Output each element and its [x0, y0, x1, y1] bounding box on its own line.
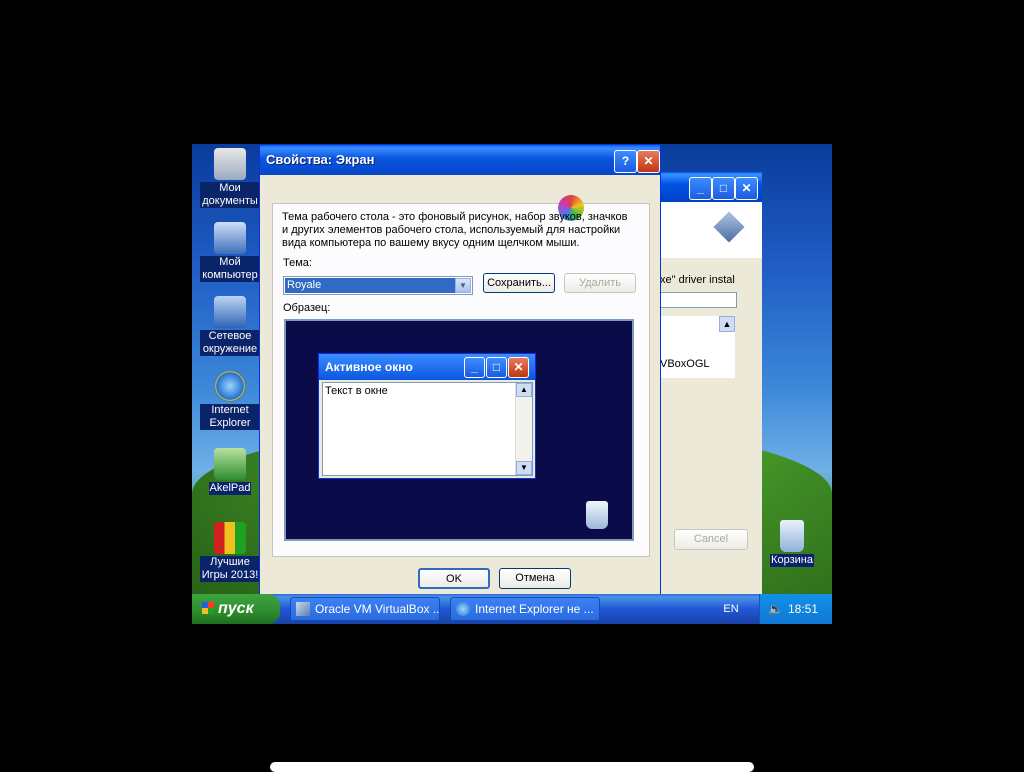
recycle-bin-icon: [780, 520, 804, 552]
taskbar-item-virtualbox[interactable]: Oracle VM VirtualBox ...: [290, 597, 440, 621]
taskbar-item-internet-explorer[interactable]: Internet Explorer не ...: [450, 597, 600, 621]
dialog-titlebar: Свойства: Экран ? ✕: [260, 145, 660, 175]
desktop-icon-recycle-bin[interactable]: Корзина: [762, 520, 822, 567]
desktop-icon-label: Сетевое окружение: [200, 330, 260, 356]
minimize-icon[interactable]: _: [689, 177, 712, 200]
virtualbox-icon: [296, 602, 310, 616]
bg-window-titlebar: _ □ ✕: [660, 172, 762, 202]
internet-explorer-icon: [456, 602, 470, 616]
bg-window-header: [660, 202, 762, 258]
desktop-icon-my-documents[interactable]: Мои документы: [200, 148, 260, 208]
theme-preview: Активное окно _ □ ✕ Текст в окне ▲ ▼: [284, 319, 634, 541]
system-tray: 🔈 18:51: [759, 594, 832, 624]
close-button[interactable]: ✕: [637, 150, 660, 173]
desktop-icon-label: AkelPad: [208, 482, 252, 495]
maximize-icon[interactable]: □: [712, 177, 735, 200]
scroll-up-icon[interactable]: ▲: [719, 316, 735, 332]
desktop-icon-akelpad[interactable]: AkelPad: [200, 448, 260, 495]
theme-select[interactable]: Royale ▼: [283, 276, 473, 295]
desktop-icon-label: Корзина: [770, 554, 814, 567]
theme-label: Тема:: [283, 257, 312, 269]
dialog-title: Свойства: Экран: [266, 152, 375, 167]
start-button[interactable]: пуск: [192, 594, 280, 624]
start-label: пуск: [218, 600, 254, 617]
desktop-icon-label: Мои документы: [200, 182, 260, 208]
delete-theme-button[interactable]: Удалить: [564, 273, 636, 293]
virtualbox-logo-icon: [713, 211, 745, 243]
close-icon[interactable]: ✕: [735, 177, 758, 200]
taskbar-item-label: Oracle VM VirtualBox ...: [315, 602, 440, 616]
save-theme-button[interactable]: Сохранить...: [483, 273, 555, 293]
preview-window-body: Текст в окне ▲ ▼: [322, 382, 533, 476]
internet-explorer-icon: [214, 370, 246, 402]
scroll-up-icon: ▲: [516, 383, 532, 397]
recycle-bin-icon: [586, 501, 608, 529]
my-computer-icon: [214, 222, 246, 254]
bg-window-list: VBoxOGL ▲: [660, 316, 735, 378]
bg-window-list-item: VBoxOGL: [660, 358, 710, 370]
cancel-button[interactable]: Отмена: [499, 568, 571, 589]
sample-label: Образец:: [283, 302, 331, 314]
akelpad-icon: [214, 448, 246, 480]
desktop-icon-label: Лучшие Игры 2013!: [200, 556, 260, 582]
bg-window-text: xe" driver instal: [660, 274, 735, 286]
games-icon: [214, 522, 246, 554]
preview-active-window: Активное окно _ □ ✕ Текст в окне ▲ ▼: [318, 353, 536, 479]
desktop-icon-label: Internet Explorer: [200, 404, 260, 430]
desktop-icon-games[interactable]: Лучшие Игры 2013!: [200, 522, 260, 582]
preview-titlebar: Активное окно _ □ ✕: [319, 354, 535, 380]
language-indicator[interactable]: EN: [718, 594, 744, 624]
clock: 18:51: [788, 602, 819, 616]
theme-select-value: Royale: [285, 278, 455, 293]
bg-window-input[interactable]: [660, 292, 737, 308]
maximize-icon: □: [486, 357, 507, 378]
chevron-down-icon[interactable]: ▼: [455, 278, 471, 293]
preview-scrollbar: ▲ ▼: [515, 383, 532, 475]
virtualbox-installer-window: _ □ ✕ xe" driver instal VBoxOGL ▲ Cancel: [660, 172, 762, 594]
network-icon: [214, 296, 246, 328]
close-icon: ✕: [508, 357, 529, 378]
desktop-icon-internet-explorer[interactable]: Internet Explorer: [200, 370, 260, 430]
windows-logo-icon: [202, 602, 214, 614]
desktop-icon-network[interactable]: Сетевое окружение: [200, 296, 260, 356]
desktop-icon-my-computer[interactable]: Мой компьютер: [200, 222, 260, 282]
taskbar: пуск Oracle VM VirtualBox ... Internet E…: [192, 594, 832, 624]
volume-icon[interactable]: 🔈: [768, 594, 783, 624]
theme-description: Тема рабочего стола - это фоновый рисуно…: [282, 211, 628, 249]
my-documents-icon: [214, 148, 246, 180]
preview-window-text: Текст в окне: [325, 385, 388, 397]
preview-window-title: Активное окно: [325, 360, 413, 374]
ok-button[interactable]: OK: [418, 568, 490, 589]
help-button[interactable]: ?: [614, 150, 637, 173]
desktop-icon-label: Мой компьютер: [200, 256, 260, 282]
bottom-bar: [270, 762, 754, 772]
cancel-button[interactable]: Cancel: [674, 529, 748, 550]
taskbar-item-label: Internet Explorer не ...: [475, 602, 594, 616]
minimize-icon: _: [464, 357, 485, 378]
scroll-down-icon: ▼: [516, 461, 532, 475]
display-properties-dialog: Свойства: Экран ? ✕ Тема рабочего стола …: [259, 144, 661, 596]
